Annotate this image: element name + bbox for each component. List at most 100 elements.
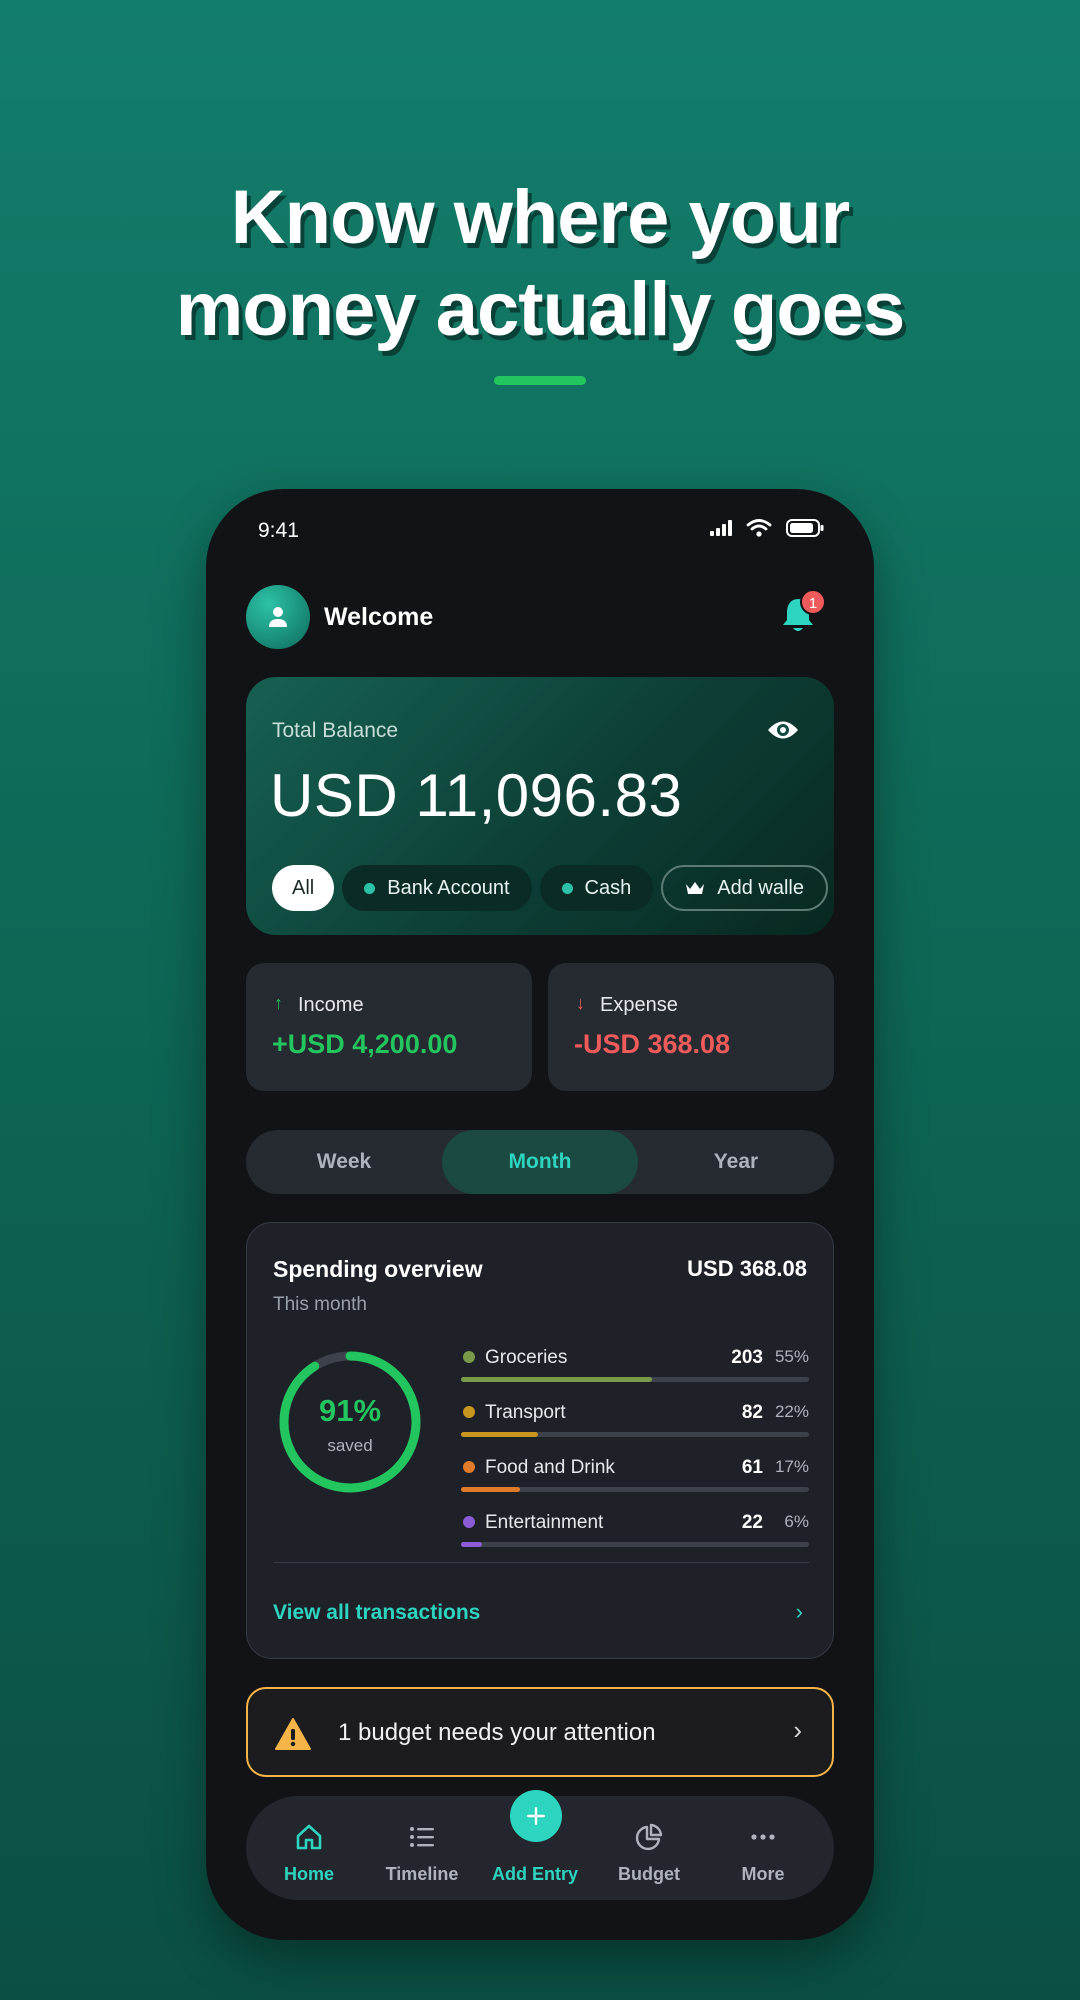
category-progress-fill xyxy=(461,1542,482,1547)
avatar[interactable] xyxy=(246,585,310,649)
headline-line-1: Know where your xyxy=(230,175,850,260)
saved-percent: 91% xyxy=(318,1393,382,1428)
category-amount: 203 xyxy=(731,1347,763,1368)
more-icon xyxy=(751,1834,775,1840)
category-progress-fill xyxy=(461,1432,538,1437)
spending-overview-card: Spending overview USD 368.08 This month … xyxy=(246,1222,834,1659)
category-percent: 22% xyxy=(774,1402,809,1421)
category-progress-fill xyxy=(461,1487,521,1492)
category-percent: 55% xyxy=(774,1347,809,1366)
status-bar: 9:41 xyxy=(206,489,874,579)
category-dot xyxy=(463,1461,475,1473)
wallet-chip-label: All xyxy=(292,876,315,899)
nav-label: Add Entry xyxy=(491,1864,578,1884)
expense-value: -USD 368.08 xyxy=(574,1029,731,1059)
nav-add-entry[interactable]: Add Entry xyxy=(480,1790,590,1900)
balance-label: Total Balance xyxy=(272,719,399,742)
expense-card[interactable]: ↓ Expense -USD 368.08 xyxy=(548,963,834,1091)
status-time: 9:41 xyxy=(258,519,299,542)
eye-icon[interactable] xyxy=(766,715,800,745)
wallet-chip-all[interactable]: All xyxy=(272,865,335,911)
income-value: +USD 4,200.00 xyxy=(272,1029,458,1059)
crown-icon xyxy=(686,882,705,894)
saved-label: saved xyxy=(327,1436,373,1455)
category-progress-fill xyxy=(461,1377,653,1382)
wifi-icon xyxy=(746,519,772,537)
wallet-dot xyxy=(561,882,573,894)
chevron-right-icon[interactable]: › xyxy=(796,1599,803,1625)
category-amount: 61 xyxy=(741,1457,763,1478)
app-header: Welcome 1 xyxy=(246,585,834,651)
welcome-text: Welcome xyxy=(324,603,434,631)
view-all-transactions-link[interactable]: View all transactions xyxy=(273,1601,480,1625)
nav-label: Budget xyxy=(618,1864,680,1884)
category-list: Groceries 203 55% Transport 82 22% Food … xyxy=(461,1345,809,1565)
nav-timeline[interactable]: Timeline xyxy=(367,1796,477,1900)
budget-alert[interactable]: 1 budget needs your attention › xyxy=(246,1687,834,1777)
wallet-chip-label: Cash xyxy=(584,876,632,899)
status-icons xyxy=(710,518,824,538)
category-row[interactable]: Food and Drink 61 17% xyxy=(461,1455,809,1510)
tab-year[interactable]: Year xyxy=(638,1130,834,1194)
notification-badge: 1 xyxy=(800,589,826,615)
phone-frame: 9:41 Welcome 1 Total Balance USD 11,096.… xyxy=(206,489,874,1940)
category-amount: 22 xyxy=(741,1512,763,1533)
nav-home[interactable]: Home xyxy=(254,1796,364,1900)
user-icon xyxy=(269,607,287,627)
category-name: Food and Drink xyxy=(485,1457,615,1478)
arrow-down-icon: ↓ xyxy=(576,993,585,1013)
category-name: Transport xyxy=(485,1402,566,1423)
category-row[interactable]: Entertainment 22 6% xyxy=(461,1510,809,1565)
arrow-up-icon: ↑ xyxy=(274,993,283,1013)
nav-label: Timeline xyxy=(385,1864,459,1884)
category-row[interactable]: Groceries 203 55% xyxy=(461,1345,809,1400)
nav-budget[interactable]: Budget xyxy=(594,1796,704,1900)
category-amount: 82 xyxy=(741,1402,763,1423)
home-icon xyxy=(296,1824,322,1850)
tab-week[interactable]: Week xyxy=(246,1130,442,1194)
overview-subtitle: This month xyxy=(273,1294,367,1315)
wallet-chip-label: Add walle xyxy=(717,876,804,899)
add-wallet-chip[interactable]: Add walle xyxy=(661,865,828,911)
list-icon xyxy=(410,1827,434,1847)
category-dot xyxy=(463,1351,475,1363)
notification-button[interactable]: 1 xyxy=(780,589,826,639)
divider xyxy=(273,1562,809,1563)
cellular-signal-icon xyxy=(710,520,732,536)
category-dot xyxy=(463,1406,475,1418)
nav-label: More xyxy=(741,1864,785,1884)
battery-icon xyxy=(786,519,824,537)
wallet-chip-label: Bank Account xyxy=(387,876,510,899)
add-entry-button[interactable] xyxy=(510,1790,562,1842)
nav-label: Home xyxy=(283,1864,334,1884)
wallet-chip-bank-account[interactable]: Bank Account xyxy=(342,865,532,911)
balance-amount: USD 11,096.83 xyxy=(270,762,683,829)
period-tabs: Week Month Year xyxy=(246,1130,834,1194)
nav-more[interactable]: More xyxy=(708,1796,818,1900)
category-name: Entertainment xyxy=(485,1512,604,1533)
category-dot xyxy=(463,1516,475,1528)
category-progress-track xyxy=(461,1487,809,1492)
overview-title: Spending overview xyxy=(273,1256,483,1282)
category-progress-track xyxy=(461,1377,809,1382)
category-row[interactable]: Transport 82 22% xyxy=(461,1400,809,1455)
headline-line-2: money actually goes xyxy=(175,267,906,352)
headline-underline xyxy=(494,376,586,385)
warning-icon xyxy=(275,1718,311,1750)
category-progress-track xyxy=(461,1542,809,1547)
wallet-filter: All Bank Account Cash Add walle xyxy=(272,865,834,911)
category-progress-track xyxy=(461,1432,809,1437)
bottom-nav: Home Timeline Add Entry Budget More xyxy=(246,1790,834,1900)
headline: Know where your money actually goes xyxy=(0,172,1080,356)
category-percent: 6% xyxy=(784,1512,809,1531)
wallet-chip-cash[interactable]: Cash xyxy=(539,865,654,911)
income-label: Income xyxy=(298,994,364,1016)
overview-total: USD 368.08 xyxy=(687,1256,807,1281)
chevron-right-icon: › xyxy=(793,1715,802,1745)
wallet-dot xyxy=(364,882,376,894)
balance-card: Total Balance USD 11,096.83 All Bank Acc… xyxy=(246,677,834,935)
alert-text: 1 budget needs your attention xyxy=(338,1719,656,1746)
tab-month[interactable]: Month xyxy=(442,1130,638,1194)
category-name: Groceries xyxy=(485,1347,568,1368)
income-card[interactable]: ↑ Income +USD 4,200.00 xyxy=(246,963,532,1091)
